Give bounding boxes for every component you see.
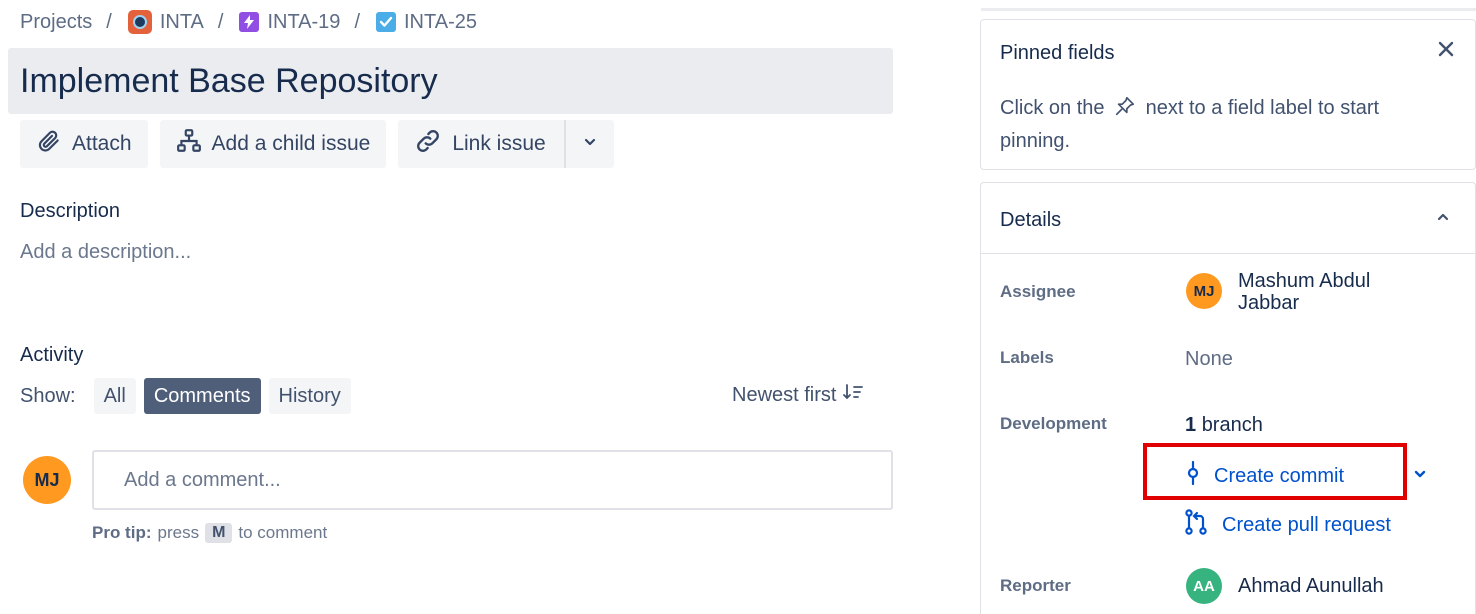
activity-filter-bar: Show: All Comments History: [20, 378, 351, 414]
breadcrumb-projects[interactable]: Projects: [20, 11, 92, 34]
breadcrumb-separator: /: [217, 10, 224, 33]
pinned-fields-title: Pinned fields: [1000, 42, 1115, 64]
chevron-down-icon: [582, 132, 598, 156]
project-icon: [127, 10, 152, 34]
breadcrumb-issue[interactable]: INTA-25: [376, 11, 477, 34]
details-header[interactable]: Details: [981, 183, 1475, 254]
sort-descending-icon: [842, 382, 864, 408]
link-issue-button[interactable]: Link issue: [398, 120, 564, 168]
description-field[interactable]: Add a description...: [20, 241, 191, 264]
link-icon: [414, 127, 442, 161]
breadcrumb-separator: /: [354, 10, 360, 33]
development-label: Development: [1000, 414, 1107, 433]
breadcrumb: Projects / INTA / INTA-19 / INTA-25: [20, 8, 477, 36]
pinned-fields-panel: Pinned fields Click on the next to a fie…: [980, 19, 1476, 170]
breadcrumb-project[interactable]: INTA: [127, 10, 204, 34]
sort-order-label: Newest first: [732, 383, 837, 406]
comment-input[interactable]: Add a comment...: [92, 450, 893, 510]
reporter-avatar[interactable]: AA: [1186, 568, 1222, 604]
pro-tip: Pro tip: press M to comment: [92, 523, 327, 543]
filter-history[interactable]: History: [268, 378, 351, 414]
assignee-name[interactable]: Mashum Abdul Jabbar: [1238, 270, 1418, 314]
attach-label: Attach: [72, 132, 132, 155]
issue-toolbar: Attach Add a child issue Link issue: [20, 120, 614, 168]
chevron-down-icon[interactable]: [1412, 466, 1428, 487]
show-label: Show:: [20, 384, 76, 407]
create-pull-request-label: Create pull request: [1222, 513, 1391, 536]
labels-label: Labels: [1000, 348, 1054, 367]
sort-order-button[interactable]: Newest first: [732, 382, 864, 408]
pro-tip-label: Pro tip:: [92, 523, 152, 542]
pro-tip-rest: to comment: [238, 523, 328, 542]
add-child-issue-label: Add a child issue: [211, 132, 371, 155]
issue-title: Implement Base Repository: [20, 61, 438, 100]
chevron-up-icon: [1435, 209, 1451, 230]
epic-icon: [239, 12, 260, 32]
pinned-fields-hint: Click on the next to a field label to st…: [1000, 93, 1440, 156]
activity-heading: Activity: [20, 344, 84, 366]
breadcrumb-issue-label: INTA-25: [404, 10, 477, 33]
breadcrumb-projects-label: Projects: [20, 10, 93, 33]
filter-all[interactable]: All: [93, 378, 136, 414]
pinned-hint-before: Click on the: [1000, 97, 1105, 119]
assignee-avatar[interactable]: MJ: [1186, 273, 1222, 309]
paperclip-icon: [36, 128, 62, 160]
link-issue-label: Link issue: [452, 132, 546, 155]
more-actions-button[interactable]: [563, 120, 614, 168]
breadcrumb-separator: /: [106, 10, 112, 33]
close-icon[interactable]: [1437, 40, 1455, 62]
keyboard-shortcut-key: M: [205, 523, 233, 543]
details-panel: Details Assignee MJ Mashum Abdul Jabbar …: [980, 182, 1476, 614]
hierarchy-icon: [176, 128, 202, 160]
add-child-issue-button[interactable]: Add a child issue: [159, 120, 387, 168]
assignee-label: Assignee: [1000, 282, 1076, 301]
create-pull-request-link[interactable]: Create pull request: [1184, 508, 1391, 542]
current-user-avatar: MJ: [23, 456, 71, 504]
filter-comments[interactable]: Comments: [143, 378, 261, 414]
annotation-highlight-box: [1143, 443, 1407, 500]
task-icon: [376, 12, 396, 32]
breadcrumb-project-label: INTA: [159, 10, 204, 33]
branch-count-label: branch: [1201, 414, 1263, 436]
reporter-label: Reporter: [1000, 576, 1071, 595]
breadcrumb-epic-label: INTA-19: [267, 10, 341, 33]
breadcrumb-epic[interactable]: INTA-19: [239, 11, 340, 34]
issue-title-field[interactable]: Implement Base Repository: [8, 48, 893, 114]
pin-icon: [1114, 95, 1136, 126]
panel-divider: [981, 8, 1476, 11]
pro-tip-press: press: [157, 523, 200, 542]
labels-value[interactable]: None: [1185, 348, 1233, 371]
attach-button[interactable]: Attach: [20, 120, 148, 168]
description-heading: Description: [20, 200, 121, 222]
reporter-name[interactable]: Ahmad Aunullah: [1238, 575, 1384, 598]
pull-request-icon: [1184, 508, 1208, 542]
branch-count[interactable]: 1 branch: [1185, 414, 1263, 437]
branch-count-number: 1: [1185, 414, 1197, 436]
details-title: Details: [1000, 209, 1062, 231]
